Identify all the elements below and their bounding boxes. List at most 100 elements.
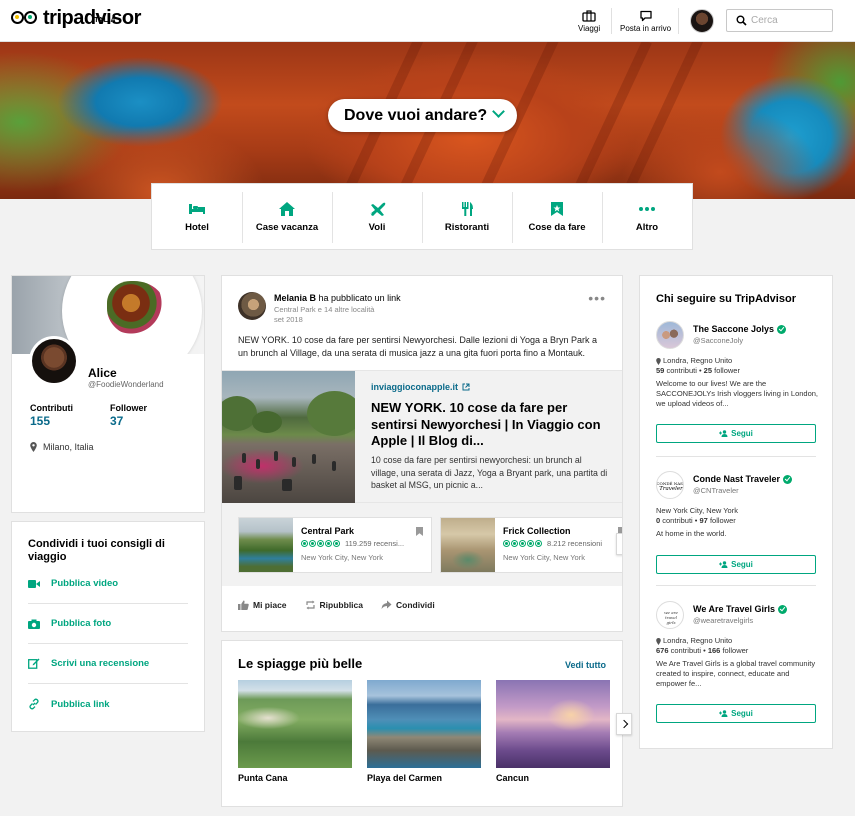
share-button[interactable]: Condividi	[381, 600, 435, 610]
follow-button[interactable]: Segui	[656, 555, 816, 574]
follow-button[interactable]: Segui	[656, 424, 816, 443]
like-button[interactable]: Mi piace	[238, 600, 287, 610]
post-author-avatar[interactable]	[238, 292, 266, 320]
external-link-icon	[462, 383, 470, 391]
post-video-link[interactable]: Pubblica video	[28, 564, 188, 604]
map-pin-icon	[656, 357, 661, 365]
link-preview[interactable]: inviaggioconapple.it NEW YORK. 10 cose d…	[222, 370, 622, 504]
category-label: Ristoranti	[444, 222, 490, 233]
follow-info: Londra, Regno Unito 676 contributi • 166…	[656, 636, 818, 689]
repost-icon	[305, 600, 315, 610]
search-input[interactable]	[751, 13, 829, 28]
category-bar: Hotel Case vacanza Voli Ristoranti Cose …	[151, 183, 693, 250]
see-all-link[interactable]: Vedi tutto	[565, 660, 606, 670]
follow-name[interactable]: Conde Nast Traveler	[693, 474, 793, 484]
poi-image	[239, 518, 293, 572]
trips-label: Viaggi	[578, 24, 601, 33]
category-hotel[interactable]: Hotel	[152, 184, 242, 249]
follow-name[interactable]: We Are Travel Girls	[693, 604, 788, 614]
follow-suggestion: CONDÉ NAST Traveler Conde Nast Traveler @…	[656, 471, 816, 576]
contributions-count[interactable]: 155	[30, 414, 50, 428]
header-divider	[611, 8, 612, 34]
beach-name: Cancun	[496, 773, 530, 783]
follow-info: New York City, New York 0 contributi • 9…	[656, 506, 818, 539]
contributions-label: Contributi	[30, 403, 73, 413]
write-review-link[interactable]: Scrivi una recensione	[28, 644, 188, 684]
follow-button[interactable]: Segui	[656, 704, 816, 723]
carousel-next-button[interactable]	[616, 533, 622, 555]
category-things-to-do[interactable]: Cose da fare	[512, 184, 602, 249]
category-restaurants[interactable]: Ristoranti	[422, 184, 512, 249]
link-title[interactable]: NEW YORK. 10 cose da fare per sentirsi N…	[371, 400, 616, 450]
post-text: NEW YORK. 10 cose da fare per sentirsi N…	[238, 335, 598, 358]
poi-reviews: 8.212 recensioni	[547, 539, 603, 548]
rating-bubbles-icon	[301, 540, 341, 547]
tripadvisor-logo[interactable]: tripadvisor	[10, 8, 141, 28]
carousel-next-button[interactable]	[616, 713, 632, 735]
beach-image	[496, 680, 610, 768]
poi-name: Central Park	[301, 526, 355, 536]
user-avatar[interactable]	[690, 9, 714, 33]
destination-search-button[interactable]: Dove vuoi andare?	[328, 99, 517, 132]
repost-button[interactable]: Ripubblica	[305, 600, 363, 610]
owl-logo-icon	[10, 9, 40, 27]
follow-name[interactable]: The Saccone Jolys	[693, 324, 787, 334]
more-options-icon[interactable]: •••	[588, 290, 606, 306]
beach-card[interactable]: Playa del Carmen	[367, 680, 481, 783]
edit-icon	[28, 658, 40, 669]
follow-suggestion: we are travel girls We Are Travel Girls @w…	[656, 601, 816, 726]
camera-icon	[28, 619, 40, 629]
plane-icon	[370, 202, 386, 216]
beach-card[interactable]: Cancun	[496, 680, 610, 783]
follow-title: Chi seguire su TripAdvisor	[656, 293, 796, 305]
like-label: Mi piace	[253, 600, 287, 610]
category-label: Voli	[368, 222, 386, 233]
follow-avatar[interactable]: we are travel girls	[656, 601, 684, 629]
poi-location: New York City, New York	[503, 553, 585, 562]
trips-button[interactable]: Viaggi	[578, 10, 600, 33]
link-preview-image[interactable]	[222, 371, 355, 504]
post-author-name[interactable]: Melania B	[274, 293, 316, 303]
post-places[interactable]: Central Park e 14 altre località	[274, 305, 374, 315]
beach-image	[367, 680, 481, 768]
bookmark-icon[interactable]	[416, 527, 423, 536]
follow-avatar[interactable]: CONDÉ NAST Traveler	[656, 471, 684, 499]
follow-handle: @wearetravelgirls	[693, 616, 754, 625]
followers-count[interactable]: 37	[110, 414, 123, 428]
search-box[interactable]	[726, 9, 833, 32]
share-label: Condividi	[396, 600, 435, 610]
followers-label: Follower	[110, 403, 148, 413]
message-icon	[639, 10, 652, 22]
post-photo-link[interactable]: Pubblica foto	[28, 604, 188, 644]
follow-avatar[interactable]	[656, 321, 684, 349]
add-user-icon	[719, 561, 728, 568]
post-author-line: Melania B ha pubblicato un link	[274, 293, 401, 303]
post-link-link[interactable]: Pubblica link	[28, 684, 188, 724]
follow-description: At home in the world.	[656, 529, 727, 538]
profile-location-text: Milano, Italia	[43, 442, 94, 452]
follow-suggestion: The Saccone Jolys @SacconeJoly Londra, R…	[656, 321, 818, 446]
link-domain[interactable]: inviaggioconapple.it	[371, 382, 470, 392]
map-pin-icon	[30, 442, 37, 452]
follow-handle: @CNTraveler	[693, 486, 739, 495]
poi-reviews: 119.259 recensi...	[345, 539, 405, 548]
video-icon	[28, 579, 40, 588]
post-date: set 2018	[274, 314, 303, 324]
poi-card[interactable]: Central Park 119.259 recensi... New York…	[238, 517, 432, 573]
profile-name[interactable]: Alice	[88, 366, 117, 380]
beach-card[interactable]: Punta Cana	[238, 680, 352, 783]
logo-country: ITALIA	[92, 17, 116, 24]
travel-girls-logo-icon: we aretravelgirls	[664, 610, 678, 625]
thumbs-up-icon	[238, 600, 249, 610]
poi-carousel: Central Park 119.259 recensi... New York…	[222, 503, 622, 586]
poi-card[interactable]: Frick Collection 8.212 recensioni New Yo…	[440, 517, 622, 573]
profile-card: Alice @FoodieWonderland Contributi 155 F…	[11, 275, 205, 513]
category-vacation-rentals[interactable]: Case vacanza	[242, 184, 332, 249]
profile-avatar[interactable]	[29, 336, 79, 386]
category-more[interactable]: Altro	[602, 184, 692, 249]
category-flights[interactable]: Voli	[332, 184, 422, 249]
follow-description: We Are Travel Girls is a global travel c…	[656, 659, 816, 688]
inbox-button[interactable]: Posta in arrivo	[620, 10, 671, 33]
link-icon	[29, 698, 39, 710]
repost-label: Ripubblica	[319, 600, 363, 610]
